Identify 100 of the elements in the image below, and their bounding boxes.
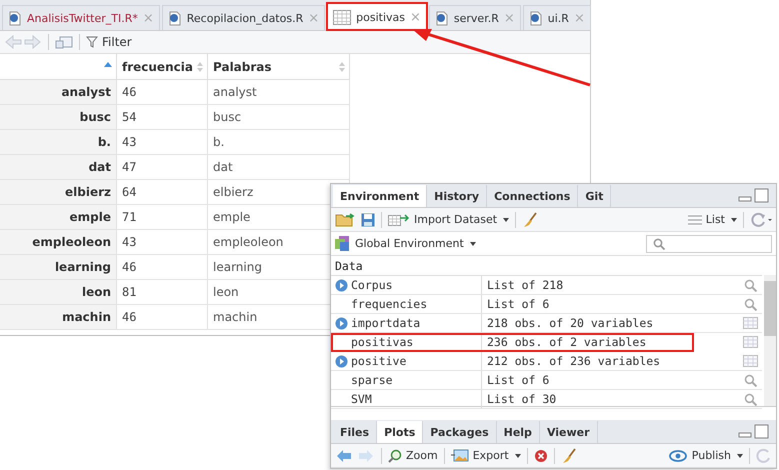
table-cell: b.	[208, 130, 350, 154]
variable-name: positive	[351, 354, 406, 368]
pane-tab[interactable]: Plots	[377, 421, 424, 443]
open-folder-icon[interactable]	[335, 212, 355, 227]
r-file-icon	[168, 10, 182, 26]
variable-row[interactable]: positivas 236 obs. of 2 variables	[331, 333, 694, 352]
popout-icon[interactable]	[55, 34, 73, 50]
editor-tab[interactable]: AnalisisTwitter_TI.R* ×	[2, 5, 160, 30]
variable-row[interactable]: Corpus List of 218	[331, 276, 762, 295]
row-name-cell: emple	[0, 204, 116, 230]
pane-tab[interactable]: History	[427, 185, 488, 207]
pane-tab[interactable]: Connections	[487, 185, 578, 207]
refresh-icon[interactable]	[750, 212, 772, 228]
publish-icon	[668, 450, 688, 462]
minimize-maximize-icon[interactable]	[738, 188, 770, 204]
pane-tab[interactable]: Help	[496, 421, 540, 443]
save-icon[interactable]	[361, 212, 375, 226]
variable-row[interactable]: sparse List of 6	[331, 371, 762, 390]
variable-value: 212 obs. of 236 variables	[487, 354, 660, 368]
tab-label: ui.R	[548, 12, 569, 24]
variable-name: positivas	[351, 335, 414, 349]
zoom-button[interactable]: Zoom	[388, 448, 438, 462]
variable-row[interactable]: frequencies List of 6	[331, 295, 762, 314]
back-forward-icon[interactable]	[4, 34, 42, 50]
row-name-cell: dat	[0, 154, 116, 180]
export-button[interactable]: Export	[450, 449, 521, 462]
search-field[interactable]	[646, 234, 772, 252]
filter-button[interactable]: Filter	[86, 35, 132, 49]
table-cell: 46	[116, 254, 208, 280]
table-import-icon	[388, 213, 410, 226]
magnifier-icon	[388, 448, 402, 462]
variable-name: SVM	[351, 392, 372, 406]
refresh-icon[interactable]	[756, 448, 772, 464]
editor-tab[interactable]: ui.R ×	[522, 5, 591, 30]
sort-icon	[197, 62, 203, 72]
row-name-cell: machin	[0, 304, 116, 330]
search-icon[interactable]	[744, 374, 756, 386]
pane-tab[interactable]: Packages	[423, 421, 497, 443]
environment-selector[interactable]: Global Environment	[335, 236, 476, 251]
search-icon[interactable]	[744, 392, 756, 406]
image-icon	[450, 449, 469, 462]
column-header[interactable]	[0, 54, 116, 80]
variable-row[interactable]: importdata 218 obs. of 20 variables	[331, 314, 762, 333]
publish-button[interactable]: Publish	[668, 449, 743, 462]
table-cell: 43	[116, 230, 208, 254]
table-cell: 54	[116, 104, 208, 130]
caret-icon	[731, 218, 737, 222]
expand-icon[interactable]	[335, 354, 348, 368]
column-header[interactable]: Palabras	[208, 54, 350, 80]
table-icon[interactable]	[742, 336, 758, 348]
pane-tab[interactable]: Viewer	[540, 421, 598, 443]
caret-icon	[737, 454, 743, 458]
table-icon	[333, 10, 352, 24]
table-icon[interactable]	[742, 317, 758, 329]
expand-icon[interactable]	[335, 278, 348, 292]
search-icon[interactable]	[744, 298, 756, 310]
column-header[interactable]: frecuencia	[116, 54, 208, 80]
table-icon[interactable]	[742, 355, 758, 367]
editor-tab[interactable]: positivas ×	[327, 3, 427, 30]
table-cell: 46	[116, 304, 208, 330]
r-file-icon	[8, 10, 22, 26]
row-name-cell: leon	[0, 280, 116, 304]
search-icon	[653, 238, 665, 250]
variable-value: List of 6	[487, 297, 550, 311]
table-cell: dat	[208, 154, 350, 180]
scrollbar[interactable]	[764, 275, 776, 406]
tab-label: Recopilacion_datos.R	[186, 12, 304, 24]
editor-tab[interactable]: server.R ×	[428, 5, 521, 30]
broom-icon[interactable]	[560, 448, 577, 464]
row-name-cell: elbierz	[0, 180, 116, 204]
pane-tab[interactable]: Environment	[333, 185, 428, 207]
row-name-cell: busc	[0, 104, 116, 130]
filter-icon	[86, 36, 98, 48]
row-name-cell: analyst	[0, 80, 116, 104]
table-cell: 71	[116, 204, 208, 230]
variable-row[interactable]: positive 212 obs. of 236 variables	[331, 352, 762, 371]
import-dataset-button[interactable]: Import Dataset	[388, 213, 510, 226]
table-cell: 64	[116, 180, 208, 204]
variable-row[interactable]: SVM List of 30	[331, 390, 762, 409]
variable-value: 218 obs. of 20 variables	[487, 316, 654, 330]
variable-value: List of 218	[487, 278, 564, 292]
back-forward-icon[interactable]	[335, 448, 375, 462]
remove-plot-icon[interactable]	[534, 448, 548, 462]
pane-tab[interactable]: Git	[578, 185, 612, 207]
variable-value: List of 6	[487, 373, 550, 387]
caret-icon	[470, 242, 476, 246]
tab-label: positivas	[356, 10, 405, 24]
table-cell: 43	[116, 130, 208, 154]
layers-icon	[335, 236, 351, 251]
table-cell: analyst	[208, 80, 350, 104]
search-icon[interactable]	[744, 278, 756, 292]
list-view-button[interactable]: List	[688, 213, 737, 226]
editor-tab[interactable]: Recopilacion_datos.R ×	[162, 5, 326, 30]
variable-value: List of 30	[487, 392, 556, 406]
variable-name: importdata	[351, 316, 420, 330]
table-cell: 46	[116, 80, 208, 104]
minimize-maximize-icon[interactable]	[738, 424, 770, 440]
row-name-cell: b.	[0, 130, 116, 154]
expand-icon[interactable]	[335, 316, 348, 330]
broom-icon[interactable]	[522, 212, 538, 228]
